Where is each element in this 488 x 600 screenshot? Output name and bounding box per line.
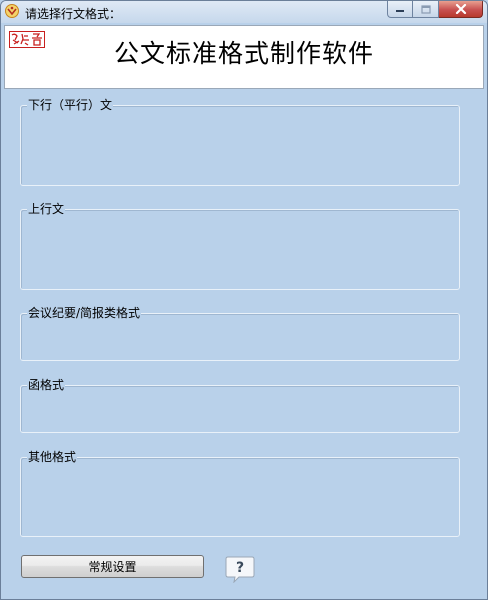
minimize-button[interactable] (387, 1, 413, 18)
caption-buttons (387, 1, 483, 19)
group-other-formats: 其他格式 (20, 450, 460, 537)
window-title: 请选择行文格式： (25, 7, 122, 21)
app-logo-icon (5, 4, 19, 18)
app-title: 公文标准格式制作软件 (113, 39, 374, 68)
group-meeting-minutes: 会议纪要/简报类格式 (20, 306, 460, 361)
minimize-icon (396, 10, 404, 12)
group-label: 上行文 (27, 202, 66, 216)
general-settings-button[interactable]: 常规设置 (21, 555, 204, 578)
group-label: 函格式 (27, 378, 66, 392)
title-bar[interactable]: 请选择行文格式： (1, 1, 487, 23)
header-panel: 公文标准格式制作软件 (4, 25, 484, 89)
group-label: 其他格式 (27, 450, 78, 464)
close-icon (455, 4, 466, 14)
maximize-button[interactable] (413, 1, 439, 18)
group-letter-format: 函格式 (20, 378, 460, 433)
close-button[interactable] (439, 1, 483, 18)
group-downward-document: 下行（平行）文 (20, 98, 460, 186)
help-icon[interactable]: ? (225, 555, 255, 583)
maximize-icon (420, 4, 431, 14)
help-label: ? (236, 560, 244, 576)
app-window: 请选择行文格式： 公文标准格式制作软件 下行（平行）文 上行文 会议纪要/简报类… (0, 0, 488, 600)
group-upward-document: 上行文 (20, 202, 460, 290)
group-label: 会议纪要/简报类格式 (27, 306, 142, 320)
group-label: 下行（平行）文 (27, 98, 114, 112)
